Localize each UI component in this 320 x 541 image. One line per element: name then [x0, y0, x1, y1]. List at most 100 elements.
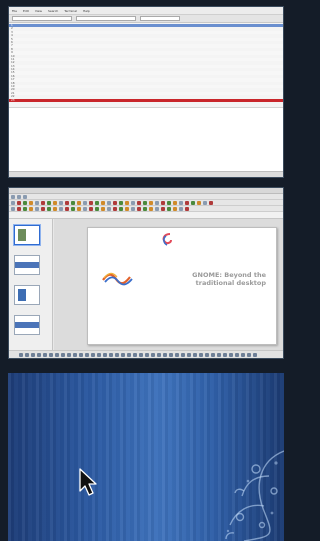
- toolbar-button-icon[interactable]: [11, 206, 15, 211]
- toolbar-button-icon[interactable]: [161, 206, 165, 211]
- toolbar-button-icon[interactable]: [95, 206, 99, 211]
- toolbar-button-icon[interactable]: [167, 206, 171, 211]
- toolbar-button-icon[interactable]: [223, 352, 227, 357]
- toolbar-button-icon[interactable]: [193, 352, 197, 357]
- toolbar-button-icon[interactable]: [143, 206, 147, 211]
- toolbar-button-icon[interactable]: [71, 200, 75, 205]
- path-field[interactable]: [12, 16, 72, 21]
- toolbar-button-icon[interactable]: [127, 352, 131, 357]
- toolbar-button-icon[interactable]: [101, 200, 105, 205]
- toolbar-button-icon[interactable]: [197, 200, 201, 205]
- toolbar-button-icon[interactable]: [95, 200, 99, 205]
- menu-icon[interactable]: [11, 194, 15, 199]
- toolbar-button-icon[interactable]: [29, 206, 33, 211]
- toolbar-button-icon[interactable]: [23, 206, 27, 211]
- filter-field[interactable]: [76, 16, 136, 21]
- toolbar-button-icon[interactable]: [59, 200, 63, 205]
- toolbar-button-icon[interactable]: [253, 352, 257, 357]
- toolbar-button-icon[interactable]: [25, 352, 29, 357]
- menu-item[interactable]: File: [12, 9, 17, 13]
- toolbar-button-icon[interactable]: [73, 352, 77, 357]
- toolbar-button-icon[interactable]: [211, 352, 215, 357]
- toolbar-button-icon[interactable]: [185, 206, 189, 211]
- toolbar-button-icon[interactable]: [67, 352, 71, 357]
- toolbar-button-icon[interactable]: [149, 206, 153, 211]
- toolbar-button-icon[interactable]: [83, 200, 87, 205]
- toolbar-button-icon[interactable]: [137, 206, 141, 211]
- toolbar-button-icon[interactable]: [101, 206, 105, 211]
- toolbar-button-icon[interactable]: [235, 352, 239, 357]
- toolbar-button-icon[interactable]: [169, 352, 173, 357]
- toolbar-button-icon[interactable]: [179, 206, 183, 211]
- toolbar-button-icon[interactable]: [131, 206, 135, 211]
- slide-thumbnail[interactable]: [14, 285, 40, 305]
- toolbar-button-icon[interactable]: [157, 352, 161, 357]
- toolbar-button-icon[interactable]: [119, 206, 123, 211]
- toolbar-button-icon[interactable]: [107, 200, 111, 205]
- toolbar-button-icon[interactable]: [229, 352, 233, 357]
- toolbar-button-icon[interactable]: [163, 352, 167, 357]
- toolbar-button-icon[interactable]: [161, 200, 165, 205]
- menu-icon[interactable]: [17, 194, 21, 199]
- toolbar-button-icon[interactable]: [11, 200, 15, 205]
- slide-thumbnail[interactable]: [14, 225, 40, 245]
- menu-item[interactable]: Edit: [23, 9, 29, 13]
- toolbar-button-icon[interactable]: [125, 200, 129, 205]
- toolbar-button-icon[interactable]: [185, 200, 189, 205]
- toolbar-button-icon[interactable]: [209, 200, 213, 205]
- workspace-thumbnail-3[interactable]: [8, 373, 284, 541]
- toolbar-button-icon[interactable]: [37, 352, 41, 357]
- toolbar-button-icon[interactable]: [85, 352, 89, 357]
- toolbar-button-icon[interactable]: [31, 352, 35, 357]
- toolbar-button-icon[interactable]: [137, 200, 141, 205]
- toolbar-button-icon[interactable]: [241, 352, 245, 357]
- menu-item[interactable]: Search: [48, 9, 58, 13]
- toolbar-button-icon[interactable]: [179, 200, 183, 205]
- toolbar-button-icon[interactable]: [19, 352, 23, 357]
- toolbar-button-icon[interactable]: [173, 200, 177, 205]
- toolbar-button-icon[interactable]: [217, 352, 221, 357]
- toolbar-button-icon[interactable]: [113, 206, 117, 211]
- toolbar-button-icon[interactable]: [41, 206, 45, 211]
- toolbar-button-icon[interactable]: [65, 206, 69, 211]
- toolbar-button-icon[interactable]: [71, 206, 75, 211]
- menu-icon[interactable]: [23, 194, 27, 199]
- current-slide[interactable]: GNOME: Beyond the traditional desktop: [87, 227, 277, 345]
- toolbar-button-icon[interactable]: [61, 352, 65, 357]
- menu-item[interactable]: View: [35, 9, 42, 13]
- toolbar-button-icon[interactable]: [203, 200, 207, 205]
- toolbar-button-icon[interactable]: [29, 200, 33, 205]
- toolbar-button-icon[interactable]: [35, 200, 39, 205]
- toolbar-button-icon[interactable]: [125, 206, 129, 211]
- toolbar-button-icon[interactable]: [77, 200, 81, 205]
- slide-canvas[interactable]: GNOME: Beyond the traditional desktop: [54, 219, 283, 350]
- toolbar-button-icon[interactable]: [91, 352, 95, 357]
- toolbar-button-icon[interactable]: [199, 352, 203, 357]
- menu-item[interactable]: Help: [83, 9, 90, 13]
- toolbar-button-icon[interactable]: [35, 206, 39, 211]
- toolbar-button-icon[interactable]: [89, 206, 93, 211]
- toolbar-button-icon[interactable]: [119, 200, 123, 205]
- toolbar-button-icon[interactable]: [77, 206, 81, 211]
- toolbar-button-icon[interactable]: [103, 352, 107, 357]
- toolbar-button-icon[interactable]: [143, 200, 147, 205]
- toolbar-button-icon[interactable]: [41, 200, 45, 205]
- toolbar-button-icon[interactable]: [173, 206, 177, 211]
- toolbar-button-icon[interactable]: [175, 352, 179, 357]
- toolbar-button-icon[interactable]: [97, 352, 101, 357]
- toolbar-button-icon[interactable]: [247, 352, 251, 357]
- toolbar-button-icon[interactable]: [167, 200, 171, 205]
- toolbar-button-icon[interactable]: [23, 200, 27, 205]
- toolbar-button-icon[interactable]: [47, 206, 51, 211]
- toolbar-button-icon[interactable]: [83, 206, 87, 211]
- toolbar-button-icon[interactable]: [49, 352, 53, 357]
- toolbar-button-icon[interactable]: [187, 352, 191, 357]
- toolbar-button-icon[interactable]: [115, 352, 119, 357]
- toolbar-button-icon[interactable]: [59, 206, 63, 211]
- toolbar-button-icon[interactable]: [107, 206, 111, 211]
- toolbar-button-icon[interactable]: [53, 200, 57, 205]
- toolbar-button-icon[interactable]: [109, 352, 113, 357]
- toolbar-button-icon[interactable]: [65, 200, 69, 205]
- slide-thumbnail[interactable]: [14, 255, 40, 275]
- slide-thumbnail[interactable]: [14, 315, 40, 335]
